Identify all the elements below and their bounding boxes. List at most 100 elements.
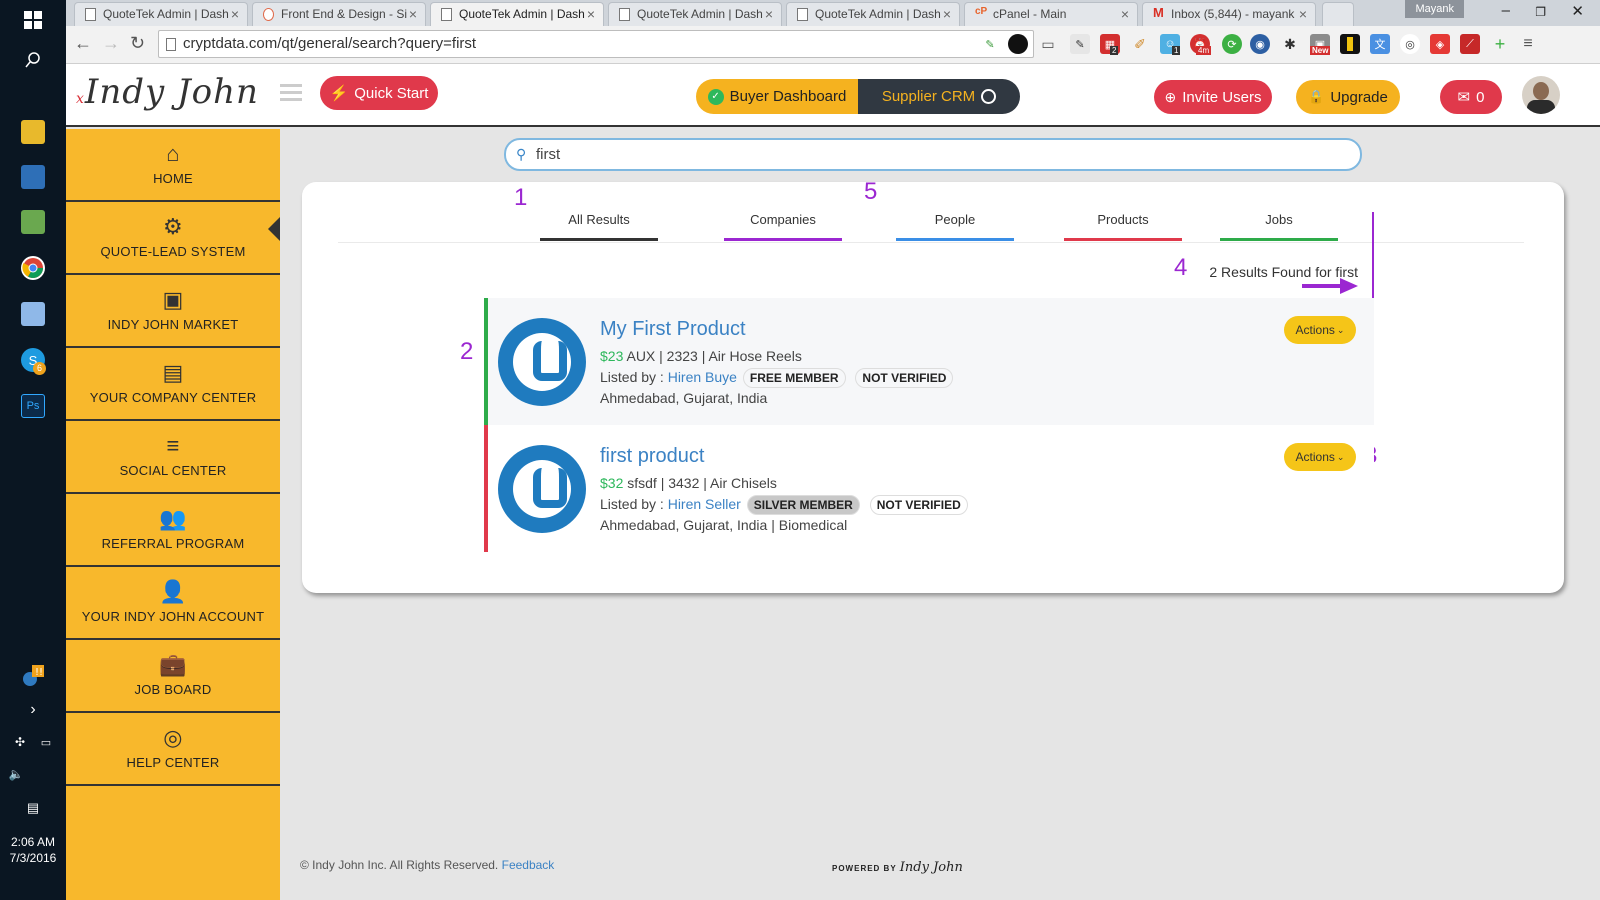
window-app-icon[interactable] [21,165,45,189]
lock-icon: 🔒 [1308,89,1325,104]
notification-warning-icon[interactable]: !! [21,664,45,688]
page-info-icon [166,38,176,51]
dropbox-icon[interactable]: ✣ [8,730,32,754]
browser-tab-active[interactable]: QuoteTek Admin | Dash × [430,2,604,26]
tab-title: QuoteTek Admin | Dash [637,7,763,21]
sidebar-item-social-center[interactable]: ≡ SOCIAL CENTER [66,421,280,494]
dashboard-toggle: ✓ Buyer Dashboard Supplier CRM [696,79,1020,114]
battery-icon[interactable]: ▭ [34,730,58,754]
result-title[interactable]: My First Product [600,318,746,341]
sidebar-item-label: HOME [153,171,193,186]
action-center-icon[interactable]: ▤ [21,796,45,820]
tab-people[interactable]: People [896,212,1014,241]
seller-link[interactable]: Hiren Seller [668,496,741,512]
forward-icon[interactable]: → [102,33,120,54]
search-input[interactable]: ⚲ first [504,138,1362,171]
plus-ext-icon[interactable]: + [1490,34,1510,54]
search-icon[interactable] [21,48,45,72]
indy-john-logo[interactable]: xIndy John [76,72,259,112]
bolt-icon: ⚡ [329,85,349,102]
address-bar[interactable]: cryptdata.com/qt/general/search?query=fi… [158,30,1034,58]
close-icon[interactable]: × [587,6,595,22]
photoshop-icon[interactable]: Ps [21,394,45,418]
refresh-ext-icon[interactable]: ⟳ [1222,34,1242,54]
close-icon[interactable]: × [765,6,773,22]
sidebar-item-job-board[interactable]: 💼 JOB BOARD [66,640,280,713]
clock-time[interactable]: 2:06 AM [0,834,66,850]
browser-tab[interactable]: QuoteTek Admin | Dash × [786,2,960,26]
back-icon[interactable]: ← [74,33,92,54]
file-explorer-icon[interactable] [21,120,45,144]
user-avatar[interactable] [1522,76,1560,114]
result-meta: AUX | 2323 | Air Hose Reels [623,348,802,364]
browser-tab[interactable]: QuoteTek Admin | Dash × [608,2,782,26]
close-window-icon[interactable]: ✕ [1571,2,1584,20]
messages-button[interactable]: ✉ 0 [1440,80,1502,114]
pdf-ext-icon[interactable]: ⟋ [1460,34,1480,54]
bug-ext-icon[interactable]: ✱ [1280,34,1300,54]
phone-ext-icon[interactable] [1340,34,1360,54]
cast-icon[interactable]: ▭ [1038,34,1058,54]
minimize-icon[interactable]: – [1502,2,1510,19]
color-ext-icon[interactable] [1008,34,1028,54]
app-root: xIndy John ⚡ Quick Start ✓ Buyer Dashboard… [66,64,1600,900]
close-icon[interactable]: × [1121,6,1129,22]
close-icon[interactable]: × [409,6,417,22]
product-logo[interactable] [498,318,586,406]
windows-start-icon[interactable] [21,8,45,32]
menu-icon[interactable]: ≡ [1518,34,1538,54]
notepad-icon[interactable] [21,210,45,234]
browser-tab[interactable]: Front End & Design - Si × [252,2,426,26]
pencil-ext-icon[interactable]: ✐ [1130,34,1150,54]
sidebar-item-quote-lead-system[interactable]: ⚙ QUOTE-LEAD SYSTEM [66,202,280,275]
translate-ext-icon[interactable]: 文 [1370,34,1390,54]
sidebar-item-your-company-center[interactable]: ▤ YOUR COMPANY CENTER [66,348,280,421]
address-row: ← → ↻ cryptdata.com/qt/general/search?qu… [66,26,1600,64]
shield-ext-icon[interactable]: ◈ [1430,34,1450,54]
reload-icon[interactable]: ↻ [130,33,145,54]
volume-icon[interactable]: 🔈 [4,762,28,786]
search-value: first [536,146,561,163]
tab-companies[interactable]: Companies [724,212,842,241]
browser-tab[interactable]: cP cPanel - Main × [964,2,1138,26]
supplier-crm-button[interactable]: Supplier CRM [858,79,1020,114]
invite-users-button[interactable]: ⊕ Invite Users [1154,80,1272,114]
tab-all-results[interactable]: All Results [540,212,658,241]
sidebar-item-home[interactable]: ⌂ HOME [66,129,280,202]
tab-jobs[interactable]: Jobs [1220,212,1338,241]
product-logo[interactable] [498,445,586,533]
result-title[interactable]: first product [600,445,704,468]
new-tab-button[interactable] [1322,2,1354,26]
upgrade-button[interactable]: 🔒 Upgrade [1296,80,1400,114]
close-icon[interactable]: × [943,6,951,22]
browser-tab[interactable]: QuoteTek Admin | Dash × [74,2,248,26]
browser-tab[interactable]: M Inbox (5,844) - mayank × [1142,2,1316,26]
sidebar-item-your-indy-john-account[interactable]: 👤 YOUR INDY JOHN ACCOUNT [66,567,280,640]
seller-link[interactable]: Hiren Buye [668,369,737,385]
vpn-ext-icon[interactable]: ◉ [1250,34,1270,54]
clock-date[interactable]: 7/3/2016 [0,850,66,866]
eyedropper-ext-icon[interactable]: ✎ [980,34,1000,54]
chevron-right-icon[interactable]: › [21,698,45,722]
sidebar-item-label: HELP CENTER [126,755,220,770]
edit-ext-icon[interactable]: ✎ [1070,34,1090,54]
magnifier-app-icon[interactable] [21,302,45,326]
profile-name[interactable]: Mayank [1405,0,1464,18]
actions-dropdown-button[interactable]: Actions ⌄ [1284,316,1356,344]
sidebar-item-indy-john-market[interactable]: ▣ INDY JOHN MARKET [66,275,280,348]
quick-start-button[interactable]: ⚡ Quick Start [320,76,438,110]
buyer-dashboard-button[interactable]: ✓ Buyer Dashboard [696,79,858,114]
tab-label: Products [1097,212,1149,227]
chrome-icon[interactable] [21,256,45,280]
sidebar-item-referral-program[interactable]: 👥 REFERRAL PROGRAM [66,494,280,567]
sidebar-item-help-center[interactable]: ◎ HELP CENTER [66,713,280,786]
close-icon[interactable]: × [1299,6,1307,22]
capture-ext-icon[interactable]: ◎ [1400,34,1420,54]
actions-label: Actions [1295,323,1335,337]
hamburger-menu-icon[interactable] [280,84,302,102]
tab-products[interactable]: Products [1064,212,1182,241]
feedback-link[interactable]: Feedback [502,858,555,872]
actions-dropdown-button[interactable]: Actions ⌄ [1284,443,1356,471]
close-icon[interactable]: × [231,6,239,22]
restore-icon[interactable]: ❐ [1535,5,1546,19]
